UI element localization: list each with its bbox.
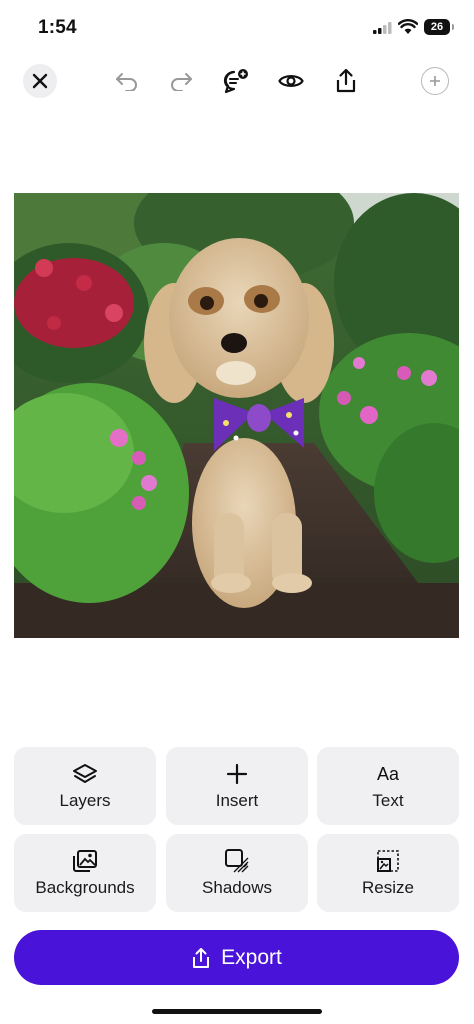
redo-icon — [171, 73, 192, 91]
share-icon — [193, 947, 210, 968]
dog-photo — [14, 193, 459, 638]
text-icon: Aa — [376, 763, 400, 784]
editor-toolbar — [0, 56, 474, 106]
tool-label: Insert — [215, 791, 259, 810]
close-button[interactable] — [23, 64, 57, 98]
undo-button[interactable] — [110, 64, 144, 98]
comment-button[interactable] — [219, 64, 253, 98]
backgrounds-icon — [73, 850, 97, 872]
comment-add-icon — [223, 69, 248, 94]
tool-resize-button[interactable]: Resize — [317, 834, 459, 912]
export-label: Export — [221, 945, 282, 969]
battery-indicator: 26 — [424, 19, 454, 35]
tool-label: Layers — [59, 791, 111, 810]
tool-insert-button[interactable]: Insert — [166, 747, 308, 825]
wifi-icon — [398, 19, 418, 34]
status-time: 1:54 — [38, 17, 77, 38]
tool-layers-button[interactable]: Layers — [14, 747, 156, 825]
close-icon — [32, 73, 48, 89]
home-indicator — [152, 1009, 322, 1014]
tool-text-button[interactable]: Aa Text — [317, 747, 459, 825]
photo-canvas[interactable] — [14, 193, 459, 638]
tool-label: Resize — [362, 878, 414, 897]
tool-shadows-button[interactable]: Shadows — [166, 834, 308, 912]
plus-icon — [430, 76, 440, 86]
tool-label: Shadows — [202, 878, 272, 897]
resize-icon — [377, 850, 399, 872]
export-button[interactable]: Export — [14, 930, 459, 985]
redo-button[interactable] — [164, 64, 198, 98]
shadows-icon — [225, 849, 249, 873]
tool-label: Text — [372, 791, 404, 810]
eye-icon — [278, 75, 304, 87]
layers-icon — [73, 764, 97, 783]
status-bar: 1:54 26 — [0, 0, 474, 56]
share-icon — [336, 68, 356, 93]
tool-label: Backgrounds — [35, 878, 135, 897]
share-button[interactable] — [329, 64, 363, 98]
undo-icon — [116, 73, 137, 91]
tool-backgrounds-button[interactable]: Backgrounds — [14, 834, 156, 912]
preview-button[interactable] — [274, 64, 308, 98]
plus-icon — [226, 763, 248, 785]
cellular-signal-icon — [373, 22, 392, 34]
add-button[interactable] — [421, 67, 449, 95]
